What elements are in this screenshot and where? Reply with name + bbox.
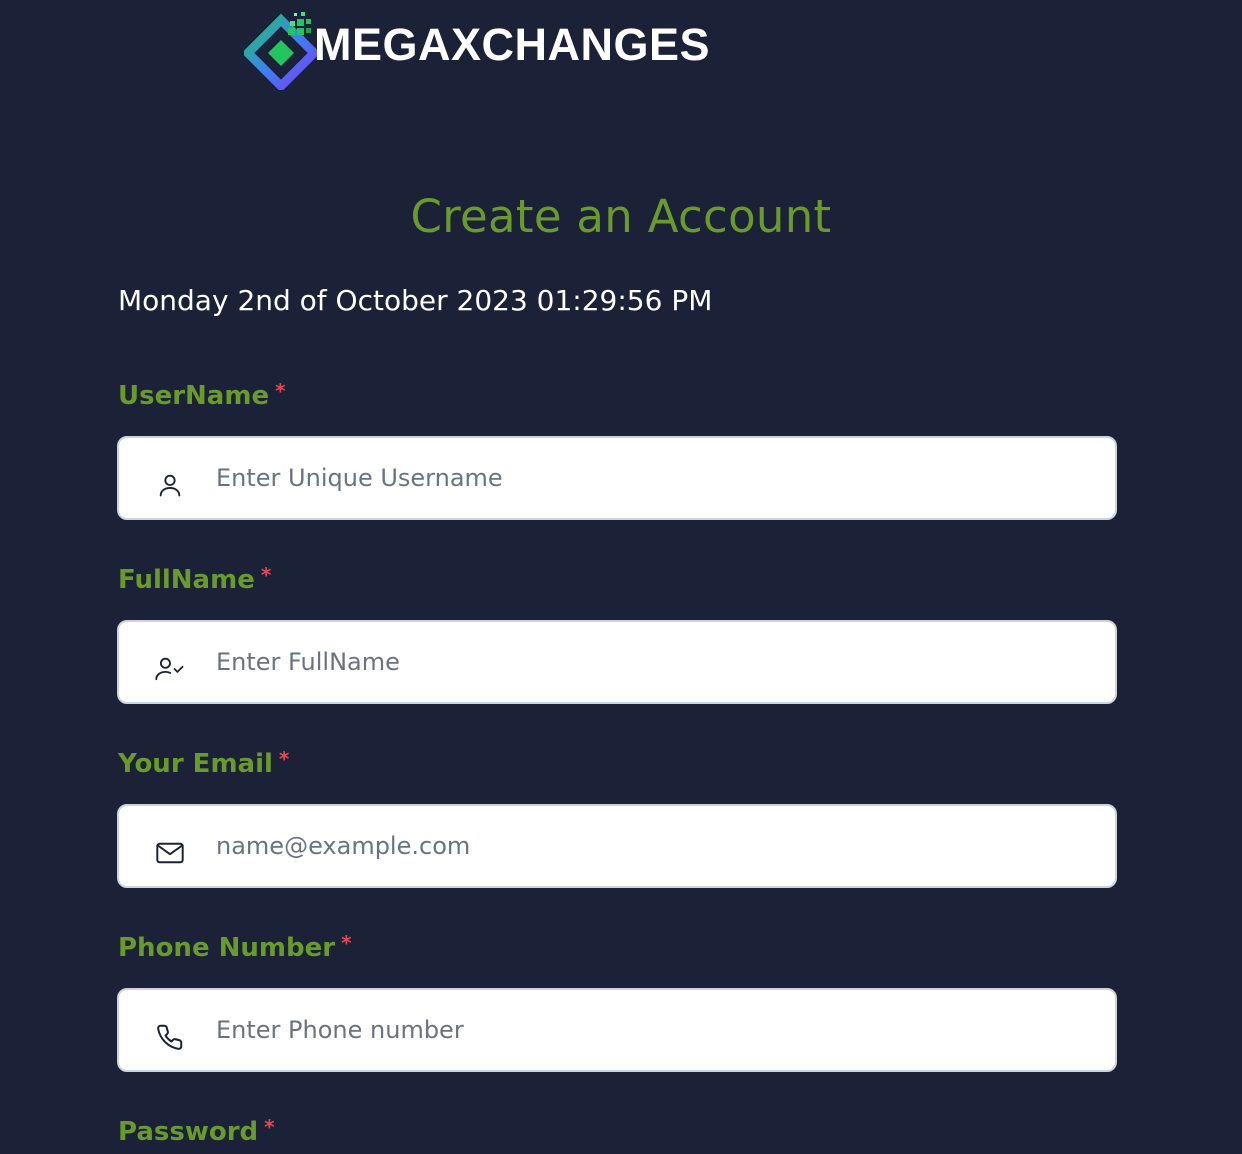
username-field[interactable] xyxy=(117,436,1117,520)
required-marker: * xyxy=(260,563,272,587)
diamond-pixel-logo-icon xyxy=(244,12,318,90)
phone-label: Phone Number * xyxy=(118,931,352,963)
user-icon xyxy=(154,469,186,501)
phone-input[interactable] xyxy=(216,1010,1076,1050)
fullname-field[interactable] xyxy=(117,620,1117,704)
email-label-text: Your Email xyxy=(118,749,273,779)
phone-field[interactable] xyxy=(117,988,1117,1072)
email-label: Your Email * xyxy=(118,747,290,779)
signup-page: MEGAXCHANGES Create an Account Monday 2n… xyxy=(0,0,1242,1154)
phone-label-text: Phone Number xyxy=(118,933,336,963)
mail-icon xyxy=(154,837,186,869)
current-datetime: Monday 2nd of October 2023 01:29:56 PM xyxy=(118,284,713,317)
required-marker: * xyxy=(275,379,286,403)
username-label: UserName * xyxy=(118,379,286,411)
password-label: Password * xyxy=(118,1115,275,1147)
brand-name: MEGAXCHANGES xyxy=(314,19,711,70)
username-label-text: UserName xyxy=(118,381,270,411)
required-marker: * xyxy=(264,1115,275,1139)
email-input[interactable] xyxy=(216,826,1076,866)
brand[interactable]: MEGAXCHANGES xyxy=(244,6,710,90)
username-input[interactable] xyxy=(216,458,1076,498)
required-marker: * xyxy=(278,747,290,771)
password-label-text: Password xyxy=(118,1117,259,1147)
user-check-icon xyxy=(154,653,186,685)
email-field[interactable] xyxy=(117,804,1117,888)
fullname-input[interactable] xyxy=(216,642,1076,682)
phone-icon xyxy=(154,1021,186,1053)
page-title: Create an Account xyxy=(410,190,832,243)
fullname-label-text: FullName xyxy=(118,565,255,595)
required-marker: * xyxy=(341,931,352,955)
fullname-label: FullName * xyxy=(118,563,272,595)
